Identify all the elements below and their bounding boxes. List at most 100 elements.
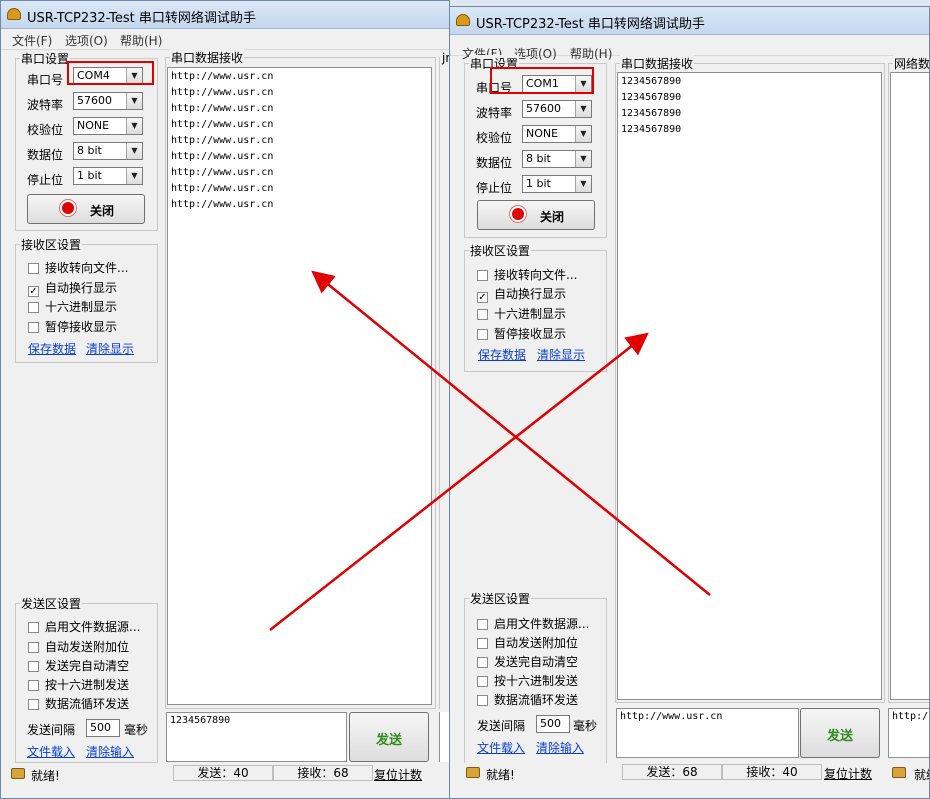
recv-to-file-checkbox[interactable]: 接收转向文件... <box>477 266 577 282</box>
send-textarea[interactable]: 1234567890 <box>166 712 347 762</box>
right-titlebar[interactable]: USR-TCP232-Test 串口转网络调试助手 <box>450 7 929 35</box>
file-source-checkbox[interactable]: 启用文件数据源... <box>477 615 589 631</box>
baud-select[interactable]: 57600 ▼ <box>522 100 592 118</box>
send-textarea[interactable]: http://www.usr.cn <box>616 708 799 758</box>
databits-label: 数据位 <box>476 156 513 170</box>
close-port-button[interactable]: 关闭 <box>477 200 595 230</box>
pause-display-checkbox[interactable]: 暂停接收显示 <box>477 325 566 341</box>
baud-label: 波特率 <box>27 98 64 112</box>
recv-textarea[interactable]: 1234567890 1234567890 1234567890 1234567… <box>617 72 882 700</box>
reset-count-link[interactable]: 复位计数 <box>824 765 872 782</box>
right-window: USR-TCP232-Test 串口转网络调试助手 文件(F) 选项(O) 帮助… <box>449 6 930 799</box>
clear-input-link[interactable]: 清除输入 <box>536 739 584 756</box>
reset-count-link[interactable]: 复位计数 <box>374 766 422 783</box>
ready-status: 就绪! <box>486 768 515 782</box>
chevron-down-icon: ▼ <box>126 118 142 134</box>
port-label: 串口号 <box>27 73 64 87</box>
check-icon: ✓ <box>28 286 39 297</box>
left-menubar: 文件(F) 选项(O) 帮助(H) <box>1 29 449 50</box>
close-port-button[interactable]: 关闭 <box>27 194 145 224</box>
hex-send-checkbox[interactable]: 按十六进制发送 <box>477 672 578 688</box>
hex-send-checkbox[interactable]: 按十六进制发送 <box>28 676 129 692</box>
parity-label: 校验位 <box>476 131 513 145</box>
auto-wrap-checkbox[interactable]: ✓ 自动换行显示 <box>477 285 566 303</box>
hex-display-checkbox[interactable]: 十六进制显示 <box>477 305 566 321</box>
app-icon <box>456 14 470 26</box>
window-title: USR-TCP232-Test 串口转网络调试助手 <box>27 11 256 26</box>
right-menubar: 文件(F) 选项(O) 帮助(H) <box>450 35 929 61</box>
status-led-icon <box>62 202 74 214</box>
auto-clear-checkbox[interactable]: 发送完自动清空 <box>477 653 578 669</box>
net-send-textarea[interactable]: http:/ <box>888 708 929 758</box>
interval-input[interactable]: 500 <box>536 715 570 733</box>
send-button[interactable]: 发送 <box>349 712 429 762</box>
save-data-link[interactable]: 保存数据 <box>28 340 76 357</box>
send-settings-group: 发送区设置 启用文件数据源... 自动发送附加位 发送完自动清空 按十六进制发送… <box>464 590 607 764</box>
auto-append-checkbox[interactable]: 自动发送附加位 <box>477 634 578 650</box>
interval-label: 发送间隔 <box>477 719 526 733</box>
clear-input-link[interactable]: 清除输入 <box>86 743 134 760</box>
interval-label: 发送间隔 <box>27 723 76 737</box>
parity-select[interactable]: NONE ▼ <box>73 117 143 135</box>
auto-clear-checkbox[interactable]: 发送完自动清空 <box>28 657 129 673</box>
stopbits-select[interactable]: 1 bit ▼ <box>73 167 143 185</box>
menu-file[interactable]: 文件(F) <box>12 32 52 49</box>
send-settings-group: 发送区设置 启用文件数据源... 自动发送附加位 发送完自动清空 按十六进制发送… <box>15 595 158 763</box>
hand-pointer-icon <box>11 768 25 779</box>
databits-label: 数据位 <box>27 148 64 162</box>
loop-send-checkbox[interactable]: 数据流循环发送 <box>477 691 578 707</box>
auto-wrap-checkbox[interactable]: ✓ 自动换行显示 <box>28 279 117 297</box>
left-titlebar[interactable]: USR-TCP232-Test 串口转网络调试助手 <box>1 1 449 29</box>
app-icon <box>7 8 21 20</box>
recv-settings-title: 接收区设置 <box>20 236 83 253</box>
interval-input[interactable]: 500 <box>86 719 120 737</box>
stopbits-label: 停止位 <box>27 173 64 187</box>
menu-options[interactable]: 选项(O) <box>514 45 557 62</box>
hex-display-checkbox[interactable]: 十六进制显示 <box>28 298 117 314</box>
sent-count: 发送：40 <box>173 765 273 781</box>
recv-settings-group: 接收区设置 接收转向文件... ✓ 自动换行显示 十六进制显示 暂停接收显示 保存… <box>464 242 607 372</box>
port-highlight-box <box>67 61 154 85</box>
send-settings-title: 发送区设置 <box>469 590 532 607</box>
baud-select[interactable]: 57600 ▼ <box>73 92 143 110</box>
interval-unit: 毫秒 <box>573 719 598 733</box>
chevron-down-icon: ▼ <box>126 143 142 159</box>
pause-display-checkbox[interactable]: 暂停接收显示 <box>28 318 117 334</box>
file-source-checkbox[interactable]: 启用文件数据源... <box>28 618 140 634</box>
recv-settings-title: 接收区设置 <box>469 242 532 259</box>
databits-select[interactable]: 8 bit ▼ <box>73 142 143 160</box>
stopbits-select[interactable]: 1 bit ▼ <box>522 175 592 193</box>
clear-display-link[interactable]: 清除显示 <box>86 340 134 357</box>
clear-display-link[interactable]: 清除显示 <box>537 346 585 363</box>
file-load-link[interactable]: 文件载入 <box>27 743 75 760</box>
send-button[interactable]: 发送 <box>800 708 880 758</box>
net-recv-textarea[interactable] <box>890 72 929 700</box>
recv-textarea[interactable]: http://www.usr.cn http://www.usr.cn http… <box>167 67 432 705</box>
chevron-down-icon: ▼ <box>575 151 591 167</box>
interval-unit: 毫秒 <box>124 723 149 737</box>
baud-label: 波特率 <box>476 106 513 120</box>
menu-help[interactable]: 帮助(H) <box>570 45 612 62</box>
hand-pointer-icon <box>466 767 480 778</box>
loop-send-checkbox[interactable]: 数据流循环发送 <box>28 695 129 711</box>
port-highlight-box <box>490 67 594 94</box>
net-ready-status: 就绪 <box>914 768 929 782</box>
file-load-link[interactable]: 文件载入 <box>477 739 525 756</box>
auto-append-checkbox[interactable]: 自动发送附加位 <box>28 638 129 654</box>
stopbits-label: 停止位 <box>476 181 513 195</box>
chevron-down-icon: ▼ <box>575 101 591 117</box>
menu-options[interactable]: 选项(O) <box>65 32 108 49</box>
save-data-link[interactable]: 保存数据 <box>478 346 526 363</box>
chevron-down-icon: ▼ <box>575 126 591 142</box>
status-led-icon <box>512 208 524 220</box>
net-panel-title: 网络数 <box>893 55 930 72</box>
chevron-down-icon: ▼ <box>575 176 591 192</box>
menu-help[interactable]: 帮助(H) <box>120 32 162 49</box>
recv-panel-title: 串口数据接收 <box>620 55 695 72</box>
window-title: USR-TCP232-Test 串口转网络调试助手 <box>476 17 705 32</box>
databits-select[interactable]: 8 bit ▼ <box>522 150 592 168</box>
status-bar: 就绪! 发送：68 接收：40 复位计数 就绪 <box>450 763 929 783</box>
parity-select[interactable]: NONE ▼ <box>522 125 592 143</box>
recv-to-file-checkbox[interactable]: 接收转向文件... <box>28 259 128 275</box>
recv-count: 接收：68 <box>273 765 373 781</box>
